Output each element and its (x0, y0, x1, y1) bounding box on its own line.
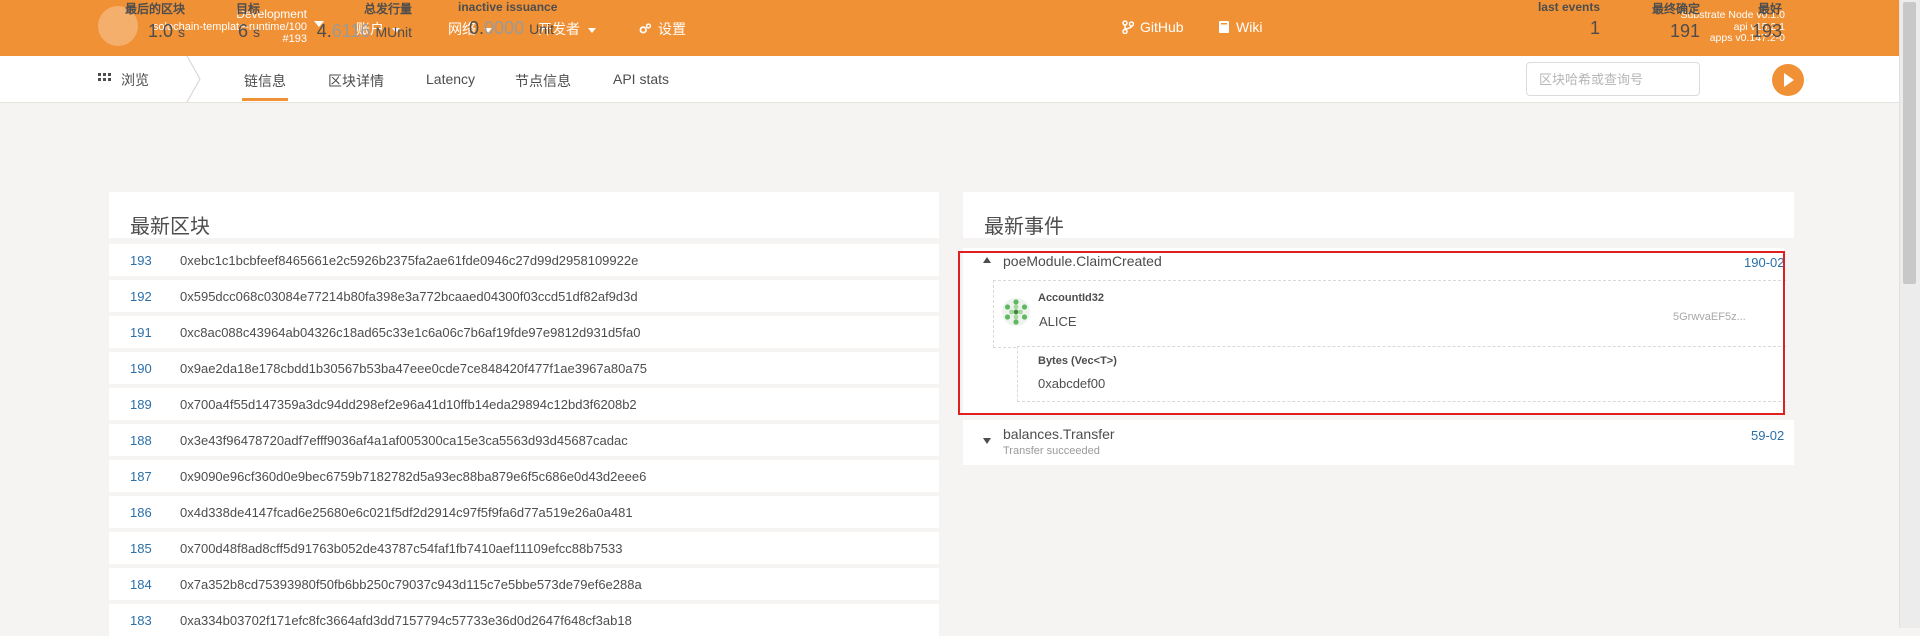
nav-settings-label: 设置 (658, 21, 686, 37)
stat-value: 1.0 s (121, 21, 185, 42)
stat-best: 最好 193 (1740, 0, 1782, 42)
block-number-link[interactable]: 189 (130, 397, 152, 412)
stat-unit: s (178, 24, 185, 40)
stat-value: 191 (1669, 21, 1700, 41)
page-scrollbar[interactable] (1899, 0, 1920, 628)
stat-last-block: 最后的区块 1.0 s (121, 0, 185, 42)
block-hash: 0x9090e96cf360d0e9bec6759b7182782d5a93ec… (180, 469, 647, 484)
stat-unit: MUnit (375, 24, 412, 40)
stat-label: 总发行量 (363, 2, 412, 16)
go-button[interactable] (1772, 64, 1804, 96)
stat-label: inactive issuance (458, 0, 558, 14)
stat-label: 最好 (1757, 2, 1782, 16)
block-row: 186 0x4d338de4147fcad6e25680e6c021f5df2d2… (109, 496, 939, 528)
stat-label: 目标 (235, 2, 260, 16)
stat-decimals: 0000 (484, 18, 525, 38)
stat-last-events: last events 1 (1530, 0, 1600, 39)
tab-block-details[interactable]: 区块详情 (328, 71, 384, 91)
block-hash: 0x4d338de4147fcad6e25680e6c021f5df2d2914… (180, 505, 633, 520)
stat-value: 1 (1589, 18, 1600, 38)
block-row: 191 0xc8ac088c43964ab04326c18ad65c33e1c6a… (109, 316, 939, 348)
event-ref-link[interactable]: 59-02 (1751, 428, 1784, 443)
tab-node-info[interactable]: 节点信息 (515, 71, 571, 91)
grid-icon (98, 73, 111, 81)
top-bar: Development solochain-template-runtime/1… (0, 0, 1900, 56)
block-number-link[interactable]: 191 (130, 325, 152, 340)
block-row: 185 0x700d48f8ad8cff5d91763b052de43787c54… (109, 532, 939, 564)
book-icon (1219, 21, 1229, 33)
stat-number: 1.0 (147, 21, 173, 41)
block-row: 190 0x9ae2da18e178cbdd1b30567b53ba47eee0c… (109, 352, 939, 384)
nav-settings[interactable]: 设置 (638, 19, 686, 39)
github-label: GitHub (1140, 19, 1184, 35)
stat-unit: s (253, 24, 260, 40)
stat-inactive-issuance: inactive issuance 0.0000 Unit (458, 0, 558, 39)
block-hash: 0x700d48f8ad8cff5d91763b052de43787c54faf… (180, 541, 623, 556)
tab-latency[interactable]: Latency (426, 71, 475, 87)
recent-events-header (963, 192, 1794, 238)
block-row: 192 0x595dcc068c03084e77214b80fa398e3a772… (109, 280, 939, 312)
stat-total-issuance: 总发行量 4.6116 MUnit (300, 0, 412, 42)
block-hash: 0x9ae2da18e178cbdd1b30567b53ba47eee0cde7… (180, 361, 648, 376)
scrollbar-thumb[interactable] (1903, 2, 1916, 284)
block-row: 187 0x9090e96cf360d0e9bec6759b7182782d5a9… (109, 460, 939, 492)
recent-blocks-header (109, 192, 939, 238)
block-row: 188 0x3e43f96478720adf7efff9036af4a1af005… (109, 424, 939, 456)
block-hash: 0x3e43f96478720adf7efff9036af4a1af005300… (180, 433, 628, 448)
recent-events-title: 最新事件 (984, 216, 1064, 238)
block-row: 193 0xebc1c1bcbfeef8465661e2c5926b2375fa2… (109, 244, 939, 276)
block-row: 183 0xa334b03702f171efc8fc3664afd3dd71577… (109, 604, 939, 636)
block-row: 189 0x700a4f55d147359a3dc94dd298ef2e96a41… (109, 388, 939, 420)
stat-label: 最终确定 (1651, 2, 1700, 16)
block-number-link[interactable]: 193 (130, 253, 152, 268)
stat-decimals: 6116 (331, 21, 371, 41)
stat-label: 最后的区块 (124, 2, 185, 16)
block-number-link[interactable]: 183 (130, 613, 152, 628)
block-hash: 0xa334b03702f171efc8fc3664afd3dd7157794c… (180, 613, 632, 628)
stat-number: 6 (237, 21, 248, 41)
stat-label: last events (1537, 0, 1600, 14)
browse-menu[interactable]: 浏览 (98, 70, 149, 90)
wiki-label: Wiki (1236, 19, 1263, 35)
expand-icon[interactable] (983, 438, 991, 444)
stat-target: 目标 6 s (226, 0, 260, 42)
block-hash: 0x595dcc068c03084e77214b80fa398e3a772bca… (180, 289, 638, 304)
stat-number: 4. (316, 21, 332, 41)
stat-value: 6 s (226, 21, 260, 42)
block-hash: 0xebc1c1bcbfeef8465661e2c5926b2375fa2ae6… (180, 253, 639, 268)
block-hash: 0x700a4f55d147359a3dc94dd298ef2e96a41d10… (180, 397, 637, 412)
block-row: 184 0x7a352b8cd75393980f50fb6bb250c79037c… (109, 568, 939, 600)
gear-icon (639, 23, 652, 34)
block-hash: 0x7a352b8cd75393980f50fb6bb250c79037c943… (180, 577, 642, 592)
stat-value: 0.0000 Unit (458, 18, 554, 39)
wiki-link[interactable]: Wiki (1218, 19, 1262, 35)
event-name[interactable]: balances.Transfer (1003, 426, 1115, 442)
block-number-link[interactable]: 185 (130, 541, 152, 556)
tab-chain-info[interactable]: 链信息 (244, 71, 286, 91)
block-number-link[interactable]: 188 (130, 433, 152, 448)
stat-number: 0. (469, 18, 485, 38)
block-number-link[interactable]: 184 (130, 577, 152, 592)
git-branch-icon (1122, 20, 1134, 34)
block-number-link[interactable]: 190 (130, 361, 152, 376)
active-tab-indicator (242, 98, 288, 101)
tab-api-stats[interactable]: API stats (613, 71, 669, 87)
stat-value: 4.6116 MUnit (300, 21, 412, 42)
breadcrumb-chevron-icon (186, 56, 201, 102)
github-link[interactable]: GitHub (1122, 19, 1184, 35)
browse-label: 浏览 (121, 72, 149, 88)
block-number-link[interactable]: 192 (130, 289, 152, 304)
block-number-link[interactable]: 187 (130, 469, 152, 484)
highlight-box (958, 251, 1785, 415)
stat-value: 193 (1751, 21, 1782, 41)
search-input[interactable] (1526, 62, 1700, 96)
chevron-down-icon (588, 27, 596, 33)
stat-unit: Unit (529, 21, 554, 37)
event-description: Transfer succeeded (1003, 445, 1100, 457)
block-number-link[interactable]: 186 (130, 505, 152, 520)
recent-blocks-title: 最新区块 (130, 216, 210, 238)
stat-finalized: 最终确定 191 (1640, 0, 1700, 42)
block-hash: 0xc8ac088c43964ab04326c18ad65c33e1c6a06c… (180, 325, 641, 340)
